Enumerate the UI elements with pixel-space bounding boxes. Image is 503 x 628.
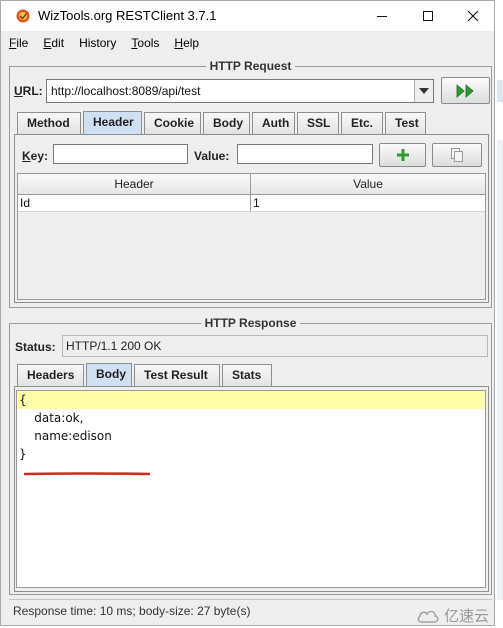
response-body-text[interactable]: { data:ok, name:edison }: [16, 390, 486, 588]
menu-edit[interactable]: Edit: [43, 36, 64, 50]
tab-stats[interactable]: Stats: [222, 364, 272, 386]
menu-tools[interactable]: Tools: [131, 36, 159, 50]
watermark-text: 亿速云: [443, 608, 489, 625]
tab-header[interactable]: Header: [83, 111, 142, 134]
close-icon: [467, 10, 479, 22]
minimize-button[interactable]: [359, 1, 405, 31]
request-tabs: Method Header Cookie Body Auth SSL Etc. …: [17, 111, 428, 134]
maximize-button[interactable]: [405, 1, 451, 31]
status-bar-text: Response time: 10 ms; body-size: 27 byte…: [13, 604, 251, 618]
value-label: Value:: [194, 149, 230, 163]
tab-test[interactable]: Test: [385, 112, 426, 134]
title-bar: WizTools.org RESTClient 3.7.1: [1, 1, 494, 31]
plus-icon: [396, 149, 409, 161]
red-underline-annotation: [24, 472, 150, 476]
key-label: Key:: [22, 149, 49, 163]
menu-help[interactable]: Help: [174, 36, 199, 50]
tab-auth[interactable]: Auth: [252, 112, 295, 134]
table-cell-value[interactable]: 1: [251, 195, 485, 211]
background-window-edge: [497, 80, 503, 102]
tab-test-result[interactable]: Test Result: [134, 364, 220, 386]
copy-icon: [451, 148, 463, 162]
menu-history[interactable]: History: [79, 36, 116, 50]
tab-response-body[interactable]: Body: [86, 363, 132, 386]
table-cell-header[interactable]: Id: [18, 195, 251, 211]
response-tabs: Headers Body Test Result Stats: [17, 363, 274, 386]
window-title: WizTools.org RESTClient 3.7.1: [38, 8, 217, 23]
status-label: Status:: [15, 340, 56, 354]
send-request-button[interactable]: [441, 77, 490, 104]
go-arrows-icon: [456, 83, 474, 98]
url-label: URL:: [14, 84, 43, 98]
tab-cookie[interactable]: Cookie: [144, 112, 201, 134]
add-header-button[interactable]: [379, 143, 426, 167]
header-key-input[interactable]: [53, 144, 188, 164]
code-line: {: [17, 391, 485, 409]
code-line: }: [19, 447, 27, 461]
column-header-value[interactable]: Value: [251, 174, 485, 194]
column-header-header[interactable]: Header: [18, 174, 251, 194]
headers-table: Header Value Id 1: [17, 173, 486, 300]
tab-headers[interactable]: Headers: [17, 364, 84, 386]
table-header-row: Header Value: [18, 174, 485, 195]
maximize-icon: [423, 11, 433, 21]
http-request-title: HTTP Request: [205, 59, 296, 73]
tab-ssl[interactable]: SSL: [297, 112, 339, 134]
background-window-edge: [497, 140, 503, 600]
url-history-dropdown[interactable]: [414, 80, 433, 102]
status-field: HTTP/1.1 200 OK: [62, 335, 488, 357]
code-line: data:ok,: [19, 411, 84, 425]
chevron-down-icon: [419, 88, 429, 94]
tab-method[interactable]: Method: [17, 112, 81, 134]
copy-headers-button[interactable]: [432, 143, 482, 167]
table-row[interactable]: Id 1: [18, 195, 485, 212]
cloud-logo-icon: [417, 610, 439, 623]
tab-body[interactable]: Body: [203, 112, 250, 134]
watermark: 亿速云: [416, 605, 489, 626]
minimize-icon: [377, 16, 387, 17]
close-button[interactable]: [450, 1, 496, 31]
wiztools-logo-icon: [16, 9, 30, 23]
code-line: name:edison: [19, 429, 112, 443]
menu-file[interactable]: File: [9, 36, 28, 50]
restclient-window: WizTools.org RESTClient 3.7.1 File Edit …: [0, 0, 495, 626]
header-value-input[interactable]: [237, 144, 373, 164]
tab-etc[interactable]: Etc.: [341, 112, 383, 134]
menu-bar: File Edit History Tools Help: [1, 31, 494, 55]
http-response-title: HTTP Response: [200, 316, 301, 330]
url-input[interactable]: http://localhost:8089/api/test: [46, 79, 434, 103]
